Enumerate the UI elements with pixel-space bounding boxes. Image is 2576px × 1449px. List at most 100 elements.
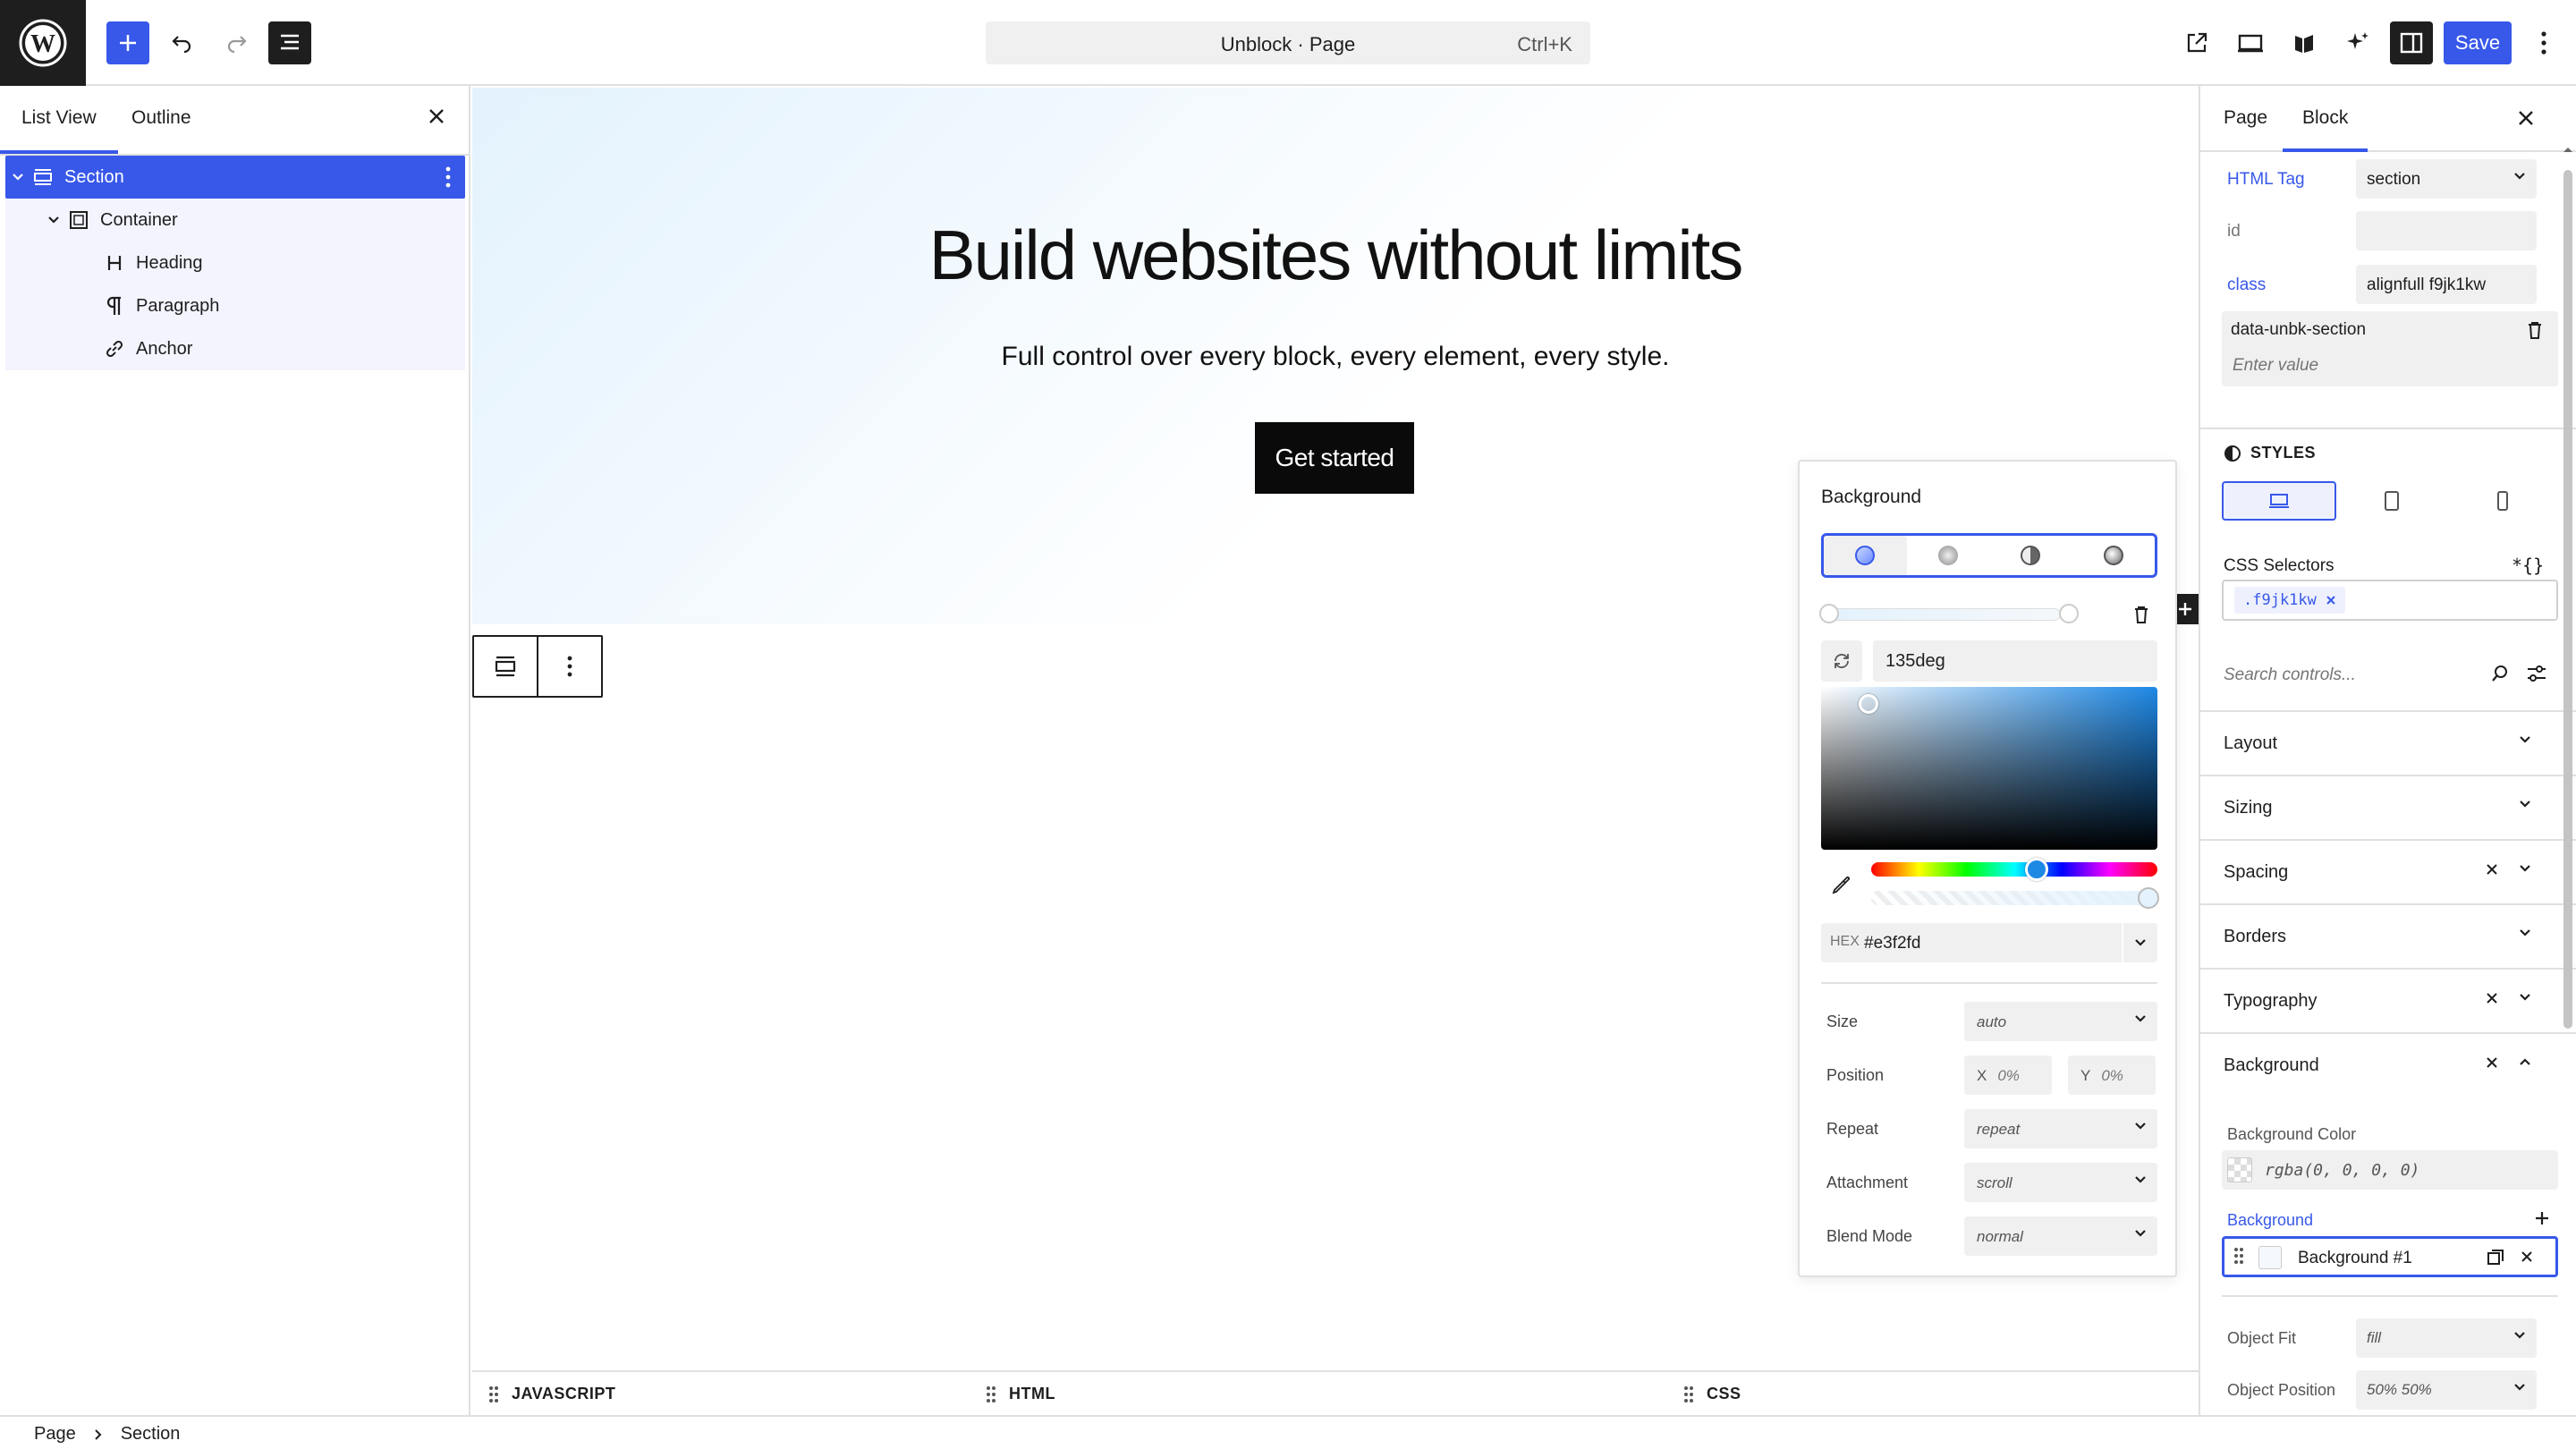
reset-icon[interactable] [2485,1055,2499,1070]
chevron-down-icon[interactable] [5,173,30,182]
gradient-stop-start[interactable] [1819,604,1839,623]
device-preview-icon[interactable] [2229,21,2272,64]
rotate-icon[interactable] [1821,640,1862,682]
view-page-icon[interactable] [2175,21,2218,64]
object-position-select[interactable]: 50% 50% [2356,1370,2537,1410]
tab-block[interactable]: Block [2282,107,2368,152]
color-picker-handle[interactable] [1859,694,1878,714]
background-color-field[interactable]: rgba(0, 0, 0, 0) [2222,1150,2558,1190]
search-icon[interactable] [2490,664,2510,683]
settings-sidebar-toggle[interactable] [2390,21,2433,64]
redo-icon[interactable] [215,21,258,64]
reset-icon[interactable] [2485,862,2499,877]
blend-mode-select[interactable]: normal [1964,1216,2157,1256]
ai-sparkle-icon[interactable] [2336,21,2379,64]
list-item[interactable]: Container [5,199,465,242]
command-palette-bar[interactable]: Unblock · Page Ctrl+K [986,21,1590,64]
filter-icon[interactable] [2526,664,2547,683]
hero-heading[interactable]: Build websites without limits [472,215,2199,296]
search-controls-input[interactable]: Search controls... [2222,655,2558,694]
list-item[interactable]: Heading [5,242,465,284]
radial-gradient-option[interactable] [1907,536,1990,575]
tab-list-view[interactable]: List View [0,107,118,154]
chevron-down-icon[interactable] [41,216,66,225]
trash-icon[interactable] [2132,605,2150,624]
section-icon[interactable] [474,637,538,696]
block-options-icon[interactable] [445,165,451,189]
unblock-logo-icon[interactable] [2283,21,2326,64]
document-overview-button[interactable] [268,21,311,64]
scroll-up-icon[interactable] [2562,145,2574,154]
close-icon[interactable] [426,106,447,127]
position-x-input[interactable]: X 0% [1964,1055,2052,1095]
accordion-sizing[interactable]: Sizing [2200,775,2576,839]
drag-handle-icon[interactable] [1683,1385,1694,1403]
hex-value[interactable]: #e3f2fd [1864,934,1920,953]
alpha-slider[interactable] [1871,887,2159,909]
breadcrumb-section[interactable]: Section [121,1424,181,1445]
background-layer-item[interactable]: Background #1 [2222,1236,2558,1277]
accordion-title[interactable]: Background [2224,1055,2319,1076]
reset-icon[interactable] [2485,991,2499,1005]
hue-slider[interactable] [1871,858,2157,881]
size-select[interactable]: auto [1964,1002,2157,1041]
drag-handle-icon[interactable] [986,1385,996,1403]
html-tag-select[interactable]: section [2356,159,2537,199]
tab-outline[interactable]: Outline [131,107,191,129]
tab-html[interactable]: HTML [986,1385,1055,1403]
list-item[interactable]: Anchor [5,327,465,370]
tab-css[interactable]: CSS [1683,1385,1741,1403]
accordion-borders[interactable]: Borders [2200,903,2576,968]
eyedropper-icon[interactable] [1830,873,1853,896]
more-options-icon[interactable] [538,637,601,696]
desktop-icon[interactable] [2222,481,2336,521]
get-started-button[interactable]: Get started [1255,422,1414,494]
hero-paragraph[interactable]: Full control over every block, every ele… [472,342,2199,372]
add-block-button[interactable] [106,21,149,64]
linear-gradient-option[interactable] [1824,536,1907,575]
class-field[interactable]: alignfull f9jk1kw [2356,265,2537,304]
undo-icon[interactable] [161,21,204,64]
mobile-icon[interactable] [2447,481,2558,521]
repeat-select[interactable]: repeat [1964,1109,2157,1148]
close-icon[interactable] [2515,107,2537,129]
tab-javascript[interactable]: JAVASCRIPT [488,1385,615,1403]
color-saturation-area[interactable] [1821,687,2157,850]
object-fit-select[interactable]: fill [2356,1318,2537,1358]
attribute-name[interactable]: data-unbk-section [2231,320,2366,340]
scrollbar-thumb[interactable] [2563,170,2572,1029]
hue-handle[interactable] [2025,858,2048,881]
alpha-handle[interactable] [2138,887,2159,909]
add-icon[interactable] [2533,1209,2551,1227]
options-menu-icon[interactable] [2531,27,2556,59]
id-field[interactable] [2356,211,2537,250]
remove-icon[interactable] [2520,1250,2534,1264]
color-swatch[interactable] [2227,1157,2252,1182]
duplicate-icon[interactable] [2486,1248,2505,1267]
selector-chip[interactable]: .f9jk1kw [2234,587,2345,614]
conic-gradient-option[interactable] [1989,536,2072,575]
drag-handle-icon[interactable] [488,1385,499,1403]
css-selectors-input[interactable]: .f9jk1kw [2222,580,2558,621]
chevron-up-icon[interactable] [2519,1057,2531,1066]
list-item[interactable]: Section [5,156,465,199]
image-background-option[interactable] [2072,536,2156,575]
accordion-spacing[interactable]: Spacing [2200,839,2576,903]
css-code-icon[interactable]: *{} [2512,555,2544,576]
gradient-angle-input[interactable]: 135deg [1873,640,2157,682]
drag-handle-icon[interactable] [2233,1247,2244,1265]
breadcrumb-page[interactable]: Page [34,1424,76,1445]
attribute-value-input[interactable]: Enter value [2233,356,2318,376]
tab-page[interactable]: Page [2224,107,2267,129]
position-y-input[interactable]: Y 0% [2068,1055,2156,1095]
save-button[interactable]: Save [2444,21,2512,64]
hex-input[interactable]: HEX #e3f2fd [1821,923,2157,962]
trash-icon[interactable] [2526,320,2544,340]
attachment-select[interactable]: scroll [1964,1163,2157,1202]
accordion-layout[interactable]: Layout [2200,710,2576,775]
list-item[interactable]: Paragraph [5,284,465,327]
gradient-stop-end[interactable] [2059,604,2079,623]
remove-icon[interactable] [2326,595,2336,606]
sidebar-scrollbar[interactable] [2562,148,2574,1392]
chevron-down-icon[interactable] [2122,923,2157,962]
